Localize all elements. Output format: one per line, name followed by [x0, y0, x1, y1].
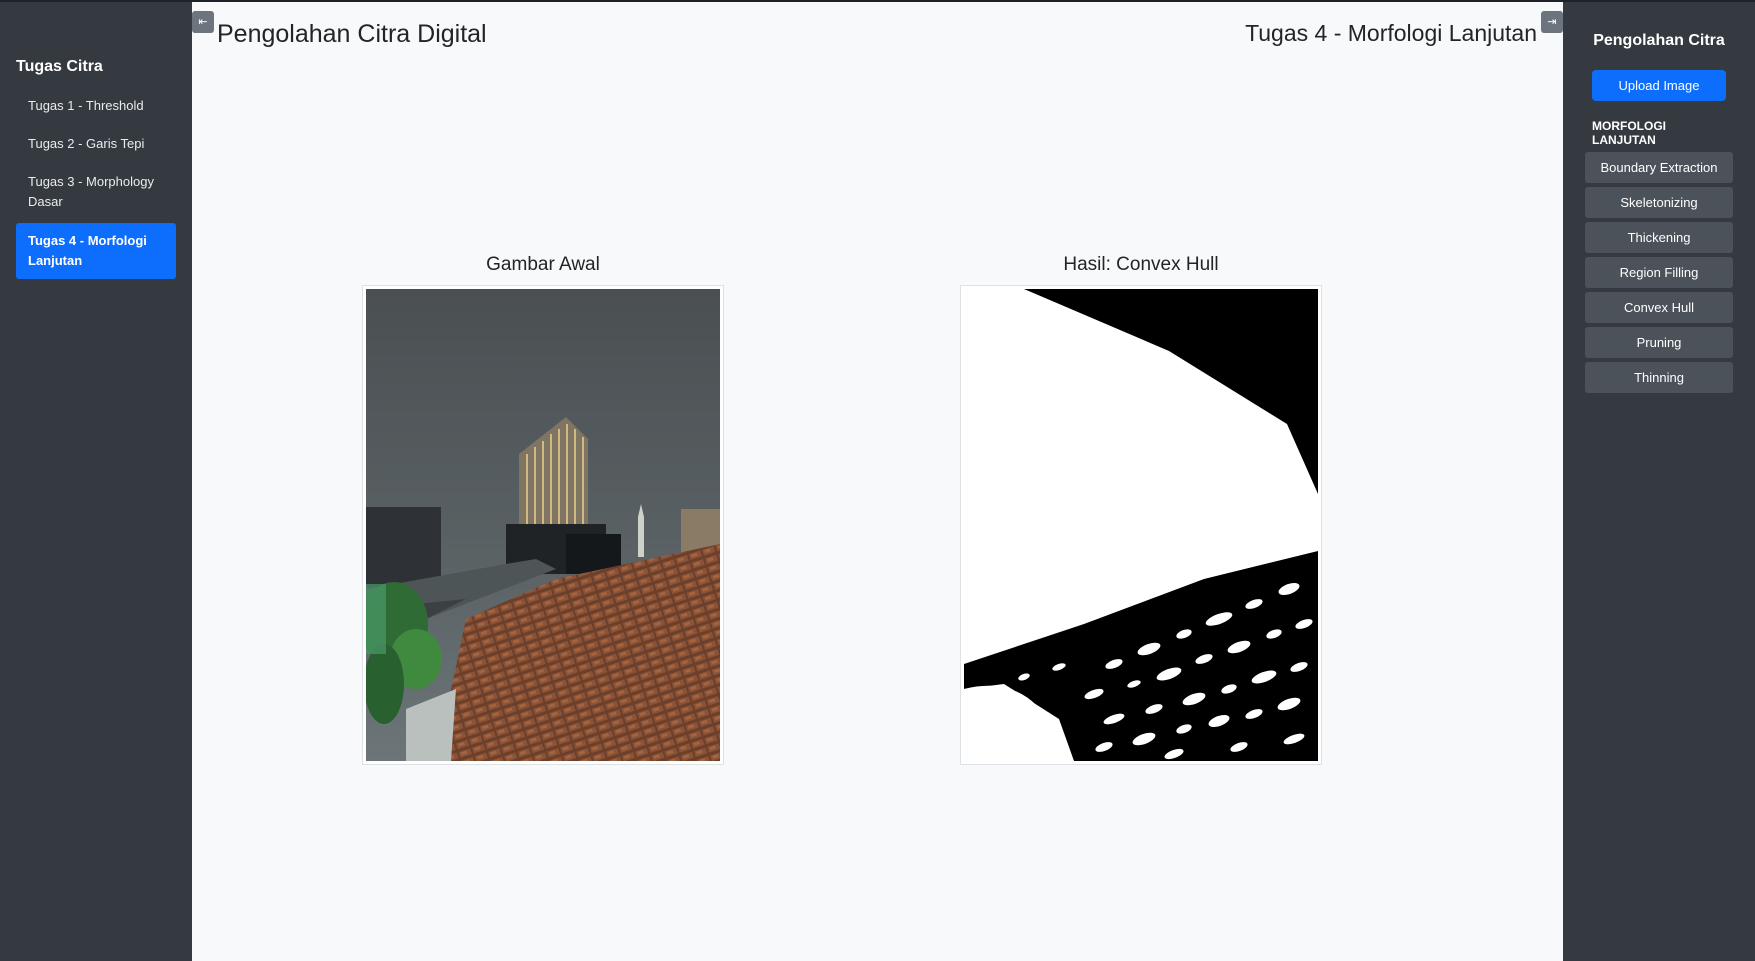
upload-image-button[interactable]: Upload Image [1592, 70, 1726, 101]
left-sidebar-title: Tugas Citra [16, 58, 103, 75]
collapse-left-icon: ⇤ [198, 16, 208, 28]
nav-item-tugas-4[interactable]: Tugas 4 - Morfologi Lanjutan [16, 223, 176, 279]
original-photo [366, 289, 720, 761]
convex-hull-result [964, 289, 1318, 761]
thinning-button[interactable]: Thinning [1585, 362, 1733, 393]
convex-hull-button[interactable]: Convex Hull [1585, 292, 1733, 323]
boundary-extraction-button[interactable]: Boundary Extraction [1585, 152, 1733, 183]
pruning-button[interactable]: Pruning [1585, 327, 1733, 358]
skeletonizing-button[interactable]: Skeletonizing [1585, 187, 1733, 218]
collapse-left-sidebar-button[interactable]: ⇤ [192, 11, 214, 33]
original-image [362, 285, 724, 765]
assignment-title: Tugas 4 - Morfologi Lanjutan [1245, 20, 1537, 46]
section-label-morfologi-lanjutan: MORFOLOGI LANJUTAN [1592, 119, 1666, 147]
right-sidebar-title: Pengolahan Citra [1593, 32, 1725, 49]
nav-item-tugas-3[interactable]: Tugas 3 - Morphology Dasar [16, 172, 176, 212]
main-content: ⇤ ⇥ Pengolahan Citra Digital Tugas 4 - M… [192, 2, 1563, 961]
right-sidebar: Pengolahan Citra Upload Image MORFOLOGI … [1563, 2, 1755, 961]
result-image-caption: Hasil: Convex Hull [1063, 254, 1219, 275]
nav-item-tugas-1[interactable]: Tugas 1 - Threshold [16, 96, 176, 116]
region-filling-button[interactable]: Region Filling [1585, 257, 1733, 288]
left-sidebar: Tugas Citra Tugas 1 - Threshold Tugas 2 … [0, 2, 192, 961]
collapse-right-icon: ⇥ [1547, 16, 1557, 28]
result-image [960, 285, 1322, 765]
original-image-caption: Gambar Awal [486, 254, 600, 275]
nav-item-tugas-2[interactable]: Tugas 2 - Garis Tepi [16, 134, 176, 154]
page-title: Pengolahan Citra Digital [217, 20, 487, 48]
collapse-right-sidebar-button[interactable]: ⇥ [1541, 11, 1563, 33]
thickening-button[interactable]: Thickening [1585, 222, 1733, 253]
